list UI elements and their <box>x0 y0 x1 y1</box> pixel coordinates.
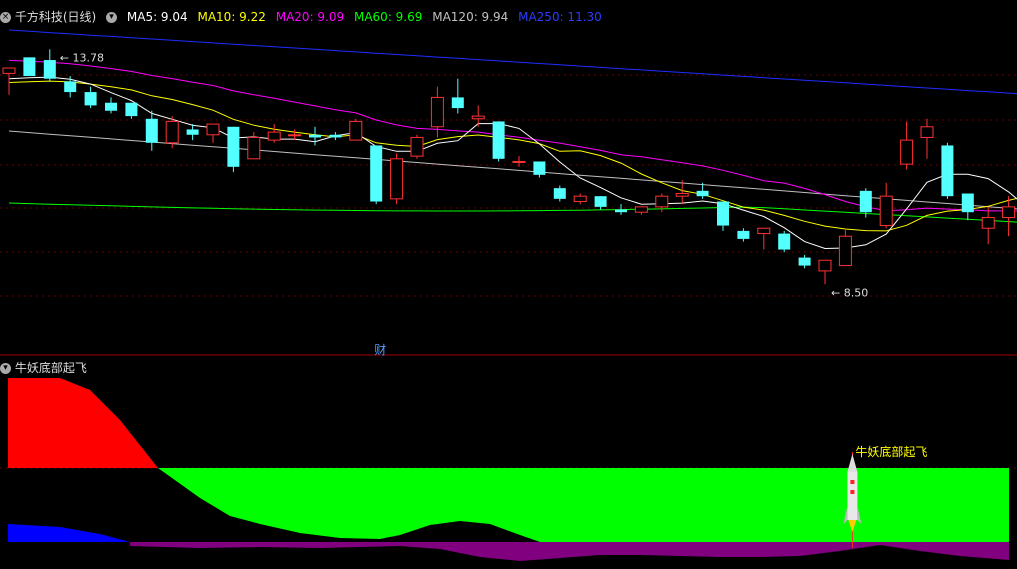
candle-body <box>165 120 179 144</box>
candle-body <box>430 96 444 128</box>
candle-body <box>329 134 342 138</box>
candle-body <box>615 209 627 213</box>
candle-body <box>410 136 424 157</box>
candle-body <box>492 121 505 159</box>
indicator-blue-area <box>8 524 130 542</box>
candle-body <box>105 102 117 111</box>
indicator-green-area <box>158 468 1009 542</box>
candle-body <box>655 195 669 208</box>
candle-body <box>757 227 771 235</box>
candle-body <box>879 195 893 227</box>
candle-body <box>920 126 934 138</box>
candle-body <box>309 134 321 138</box>
candle-body <box>84 92 97 106</box>
candle-body <box>941 145 954 197</box>
candle-body <box>573 195 587 203</box>
candle-body <box>717 201 729 226</box>
candle-body <box>634 206 648 213</box>
ma250-line <box>8 29 1017 95</box>
signal-label: 牛妖底部起飞 <box>855 444 927 459</box>
candle-body <box>64 81 77 93</box>
candle-body <box>370 145 383 202</box>
candle-body <box>247 136 261 160</box>
candle-body <box>737 230 750 239</box>
candle-body <box>227 126 240 167</box>
candle-body <box>961 193 974 213</box>
candle-body <box>43 60 56 79</box>
candle-body <box>838 235 852 267</box>
candle-body <box>288 134 302 137</box>
candle-body <box>267 131 281 141</box>
candle-body <box>390 158 404 200</box>
candle-body <box>533 161 546 175</box>
rocket-window <box>850 480 855 484</box>
candle-body <box>125 102 138 117</box>
rocket-window <box>850 490 855 494</box>
candle-body <box>512 160 526 163</box>
candle-body <box>798 257 811 266</box>
finance-marker: 财 <box>374 343 386 357</box>
candle-body <box>206 123 220 136</box>
candle-body <box>696 190 709 197</box>
indicator-red-area <box>8 378 158 468</box>
candle-body <box>23 57 36 77</box>
candle-body <box>778 233 791 250</box>
candle-body <box>900 139 914 165</box>
candle-body <box>451 97 464 109</box>
candle-body <box>981 217 995 229</box>
high-price-label: ← 13.78 <box>60 51 104 64</box>
low-price-label: ← 8.50 <box>831 286 868 299</box>
indicator-purple-area <box>130 542 1009 561</box>
kline-chart: ← 13.78 ← 8.50 财牛妖底部起飞 <box>0 29 1017 561</box>
candle-body <box>471 115 485 120</box>
candle-body <box>818 259 832 272</box>
candle-body <box>594 196 607 207</box>
candle-body <box>1002 206 1016 219</box>
candle-body <box>553 188 566 199</box>
rocket-body <box>847 472 858 520</box>
candle-body <box>145 118 158 143</box>
candle-body <box>859 190 872 213</box>
candle-body <box>186 129 199 135</box>
candle-body <box>349 120 363 141</box>
candle-body <box>675 193 689 197</box>
candle-body <box>2 67 16 74</box>
